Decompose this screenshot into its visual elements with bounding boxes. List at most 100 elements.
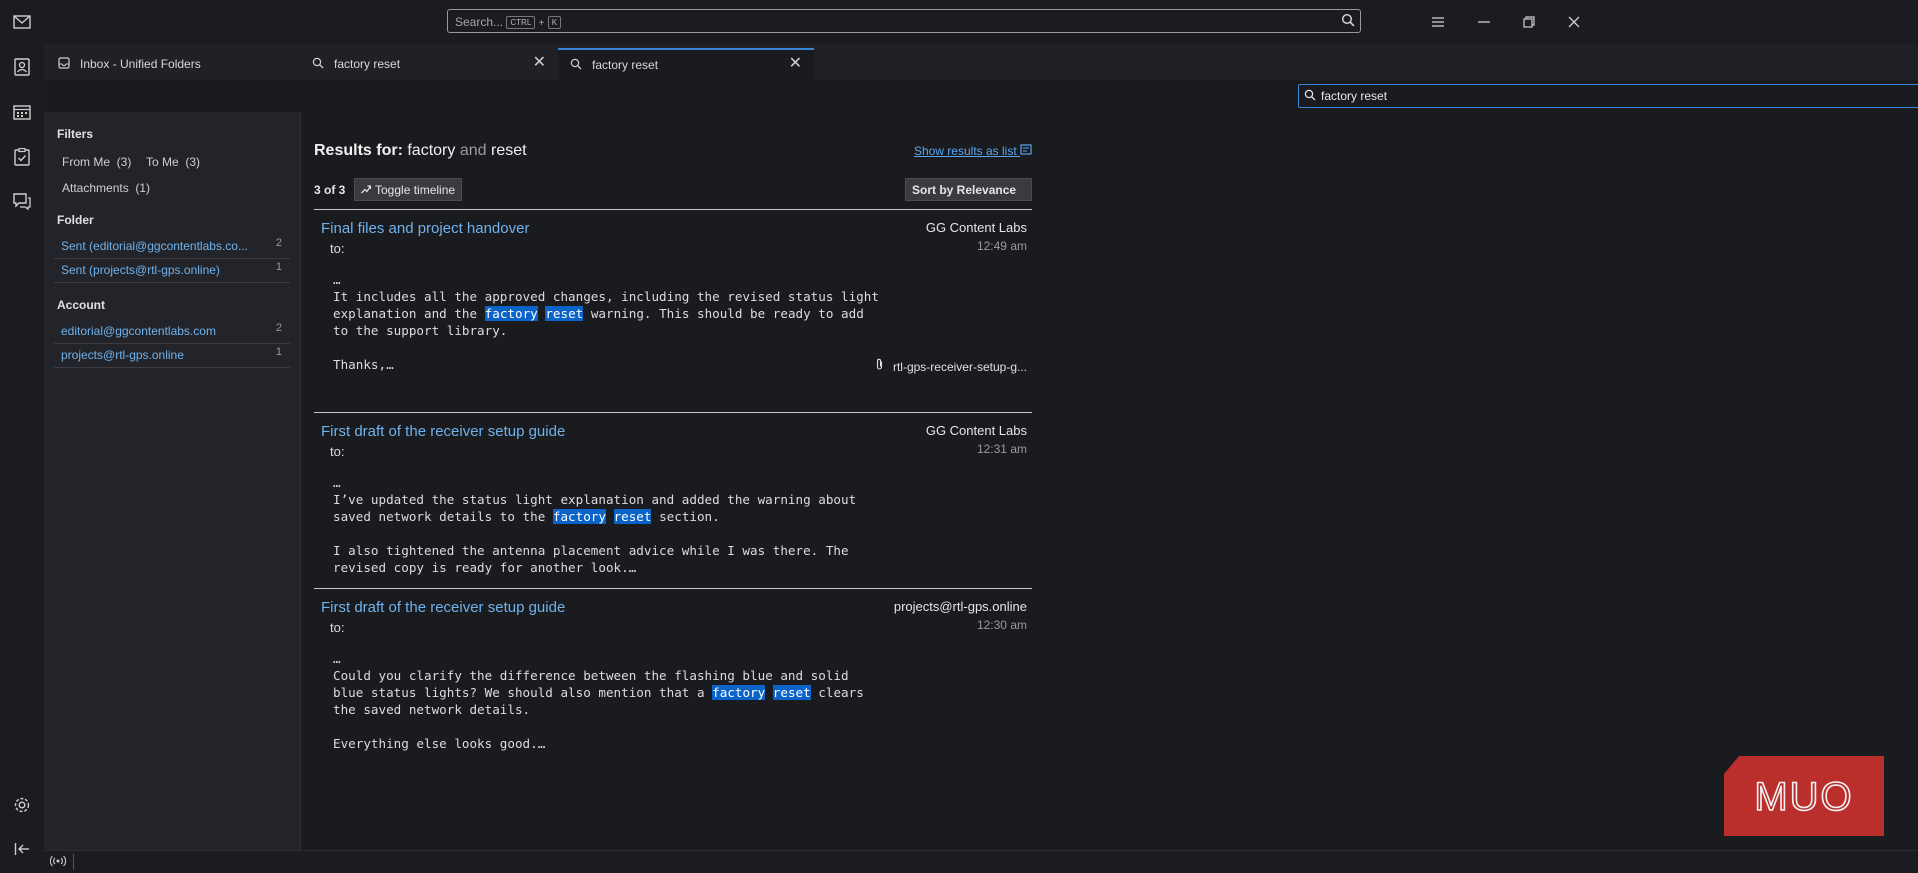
global-search-box[interactable]: Search... CTRL + K	[447, 9, 1361, 33]
search-icon	[312, 57, 324, 72]
snippet-line: …	[333, 475, 341, 490]
search-highlight: factory	[484, 306, 538, 321]
folder-item[interactable]: Sent (projects@rtl-gps.online) 1	[54, 260, 290, 283]
tab-inbox[interactable]: Inbox - Unified Folders	[44, 48, 298, 80]
results-term-2: reset	[490, 142, 527, 159]
snippet-line: revised copy is ready for another look.…	[333, 560, 637, 575]
online-status-icon[interactable]	[49, 855, 67, 870]
sort-button[interactable]: Sort by Relevance	[905, 178, 1032, 201]
folder-count: 2	[275, 237, 282, 249]
mail-icon[interactable]	[11, 11, 33, 33]
snippet-line: blue status lights? We should also menti…	[333, 684, 864, 701]
result-item[interactable]: First draft of the receiver setup guide …	[314, 412, 1032, 589]
account-count: 1	[275, 346, 282, 358]
folder-count: 1	[275, 261, 282, 273]
snippet-line: I also tightened the antenna placement a…	[333, 543, 849, 558]
search-highlight: reset	[613, 509, 652, 524]
show-list-label: Show results as list	[913, 144, 1017, 158]
shortcut-ctrl: CTRL	[506, 16, 536, 29]
results-term-1: factory	[407, 142, 456, 159]
attachment[interactable]: rtl-gps-receiver-setup-g...	[875, 358, 1027, 374]
collapse-sidebar-icon[interactable]	[11, 838, 33, 860]
tab-search-1-label: factory reset	[334, 57, 401, 71]
snippet-text: explanation and the	[333, 306, 485, 321]
message-time: 12:31 am	[976, 442, 1027, 456]
shortcut-k: K	[547, 16, 562, 29]
account-count: 2	[275, 322, 282, 334]
tab-search-1[interactable]: factory reset ✕	[298, 48, 558, 80]
message-snippet: … I’ve updated the status light explanati…	[333, 474, 856, 576]
account-item[interactable]: projects@rtl-gps.online 1	[54, 345, 290, 368]
snippet-line: …	[333, 651, 341, 666]
calendar-icon[interactable]	[11, 101, 33, 123]
tab-search-2[interactable]: factory reset ✕	[558, 48, 814, 80]
logo-text: MUO	[1754, 775, 1853, 819]
folder-label: Sent (projects@rtl-gps.online)	[61, 263, 220, 277]
message-snippet: … Could you clarify the difference betwee…	[333, 650, 864, 752]
snippet-line: Thanks,…	[333, 357, 394, 372]
close-tab-icon[interactable]: ✕	[789, 56, 802, 72]
filter-to-me[interactable]: To Me (3)	[146, 155, 200, 169]
snippet-text: section.	[651, 509, 720, 524]
search-placeholder-text: Search...	[455, 15, 504, 29]
message-subject[interactable]: First draft of the receiver setup guide	[321, 599, 565, 616]
results-joiner: and	[459, 142, 487, 159]
minimize-icon[interactable]	[1474, 12, 1494, 32]
results-prefix: Results for:	[314, 142, 403, 159]
message-to: to:	[330, 241, 345, 256]
account-label: projects@rtl-gps.online	[61, 348, 184, 362]
snippet-line: explanation and the factory reset warnin…	[333, 305, 879, 322]
filter-attachments[interactable]: Attachments (1)	[62, 181, 150, 195]
paperclip-icon	[875, 358, 887, 374]
toggle-timeline-button[interactable]: Toggle timeline	[354, 178, 463, 201]
account-heading: Account	[57, 298, 105, 312]
search-icon[interactable]	[1341, 13, 1355, 30]
snippet-line: the saved network details.	[333, 702, 531, 717]
result-count: 3 of 3	[314, 183, 346, 197]
message-time: 12:30 am	[976, 618, 1027, 632]
account-item[interactable]: editorial@ggcontentlabs.com 2	[54, 321, 290, 344]
query-input[interactable]	[1321, 87, 1918, 105]
search-highlight: reset	[545, 306, 584, 321]
search-highlight: factory	[552, 509, 606, 524]
muo-watermark-logo: MUO	[1724, 756, 1884, 836]
restore-icon[interactable]	[1519, 12, 1539, 32]
message-subject[interactable]: First draft of the receiver setup guide	[321, 423, 565, 440]
snippet-text: clears	[810, 685, 864, 700]
search-icon	[1304, 89, 1316, 104]
message-time: 12:49 am	[976, 239, 1027, 253]
folder-item[interactable]: Sent (editorial@ggcontentlabs.co... 2	[54, 236, 290, 259]
snippet-line: Could you clarify the difference between…	[333, 668, 849, 683]
close-window-icon[interactable]	[1564, 12, 1584, 32]
result-item[interactable]: Final files and project handover GG Cont…	[314, 209, 1032, 374]
result-item[interactable]: First draft of the receiver setup guide …	[314, 588, 1032, 759]
message-sender: projects@rtl-gps.online	[893, 599, 1027, 614]
toggle-timeline-label: Toggle timeline	[375, 182, 456, 197]
menu-icon[interactable]	[1428, 12, 1448, 32]
chat-icon[interactable]	[11, 190, 33, 212]
snippet-text: warning. This should be ready to add	[583, 306, 864, 321]
folder-label: Sent (editorial@ggcontentlabs.co...	[61, 239, 248, 253]
tasks-icon[interactable]	[11, 146, 33, 168]
message-subject[interactable]: Final files and project handover	[321, 220, 529, 237]
results-title: Results for: factory and reset	[314, 142, 527, 160]
message-snippet: … It includes all the approved changes, i…	[333, 271, 879, 373]
left-rail	[0, 0, 45, 872]
title-bar: Search... CTRL + K	[44, 0, 1918, 44]
snippet-line: I’ve updated the status light explanatio…	[333, 492, 857, 507]
list-view-icon	[1020, 144, 1032, 158]
close-tab-icon[interactable]: ✕	[533, 55, 546, 71]
message-to: to:	[330, 444, 345, 459]
search-placeholder: Search... CTRL + K	[455, 15, 562, 29]
query-field[interactable]: ✕	[1298, 84, 1918, 108]
show-results-as-list-link[interactable]: Show results as list	[914, 144, 1032, 158]
message-sender: GG Content Labs	[925, 423, 1027, 438]
message-sender: GG Content Labs	[925, 220, 1027, 235]
tab-search-2-label: factory reset	[592, 58, 659, 72]
filter-from-me[interactable]: From Me (3)	[62, 155, 131, 169]
settings-gear-icon[interactable]	[11, 794, 33, 816]
snippet-line: to the support library.	[333, 323, 508, 338]
snippet-line: Everything else looks good.…	[333, 736, 546, 751]
contacts-icon[interactable]	[11, 56, 33, 78]
message-to: to:	[330, 620, 345, 635]
